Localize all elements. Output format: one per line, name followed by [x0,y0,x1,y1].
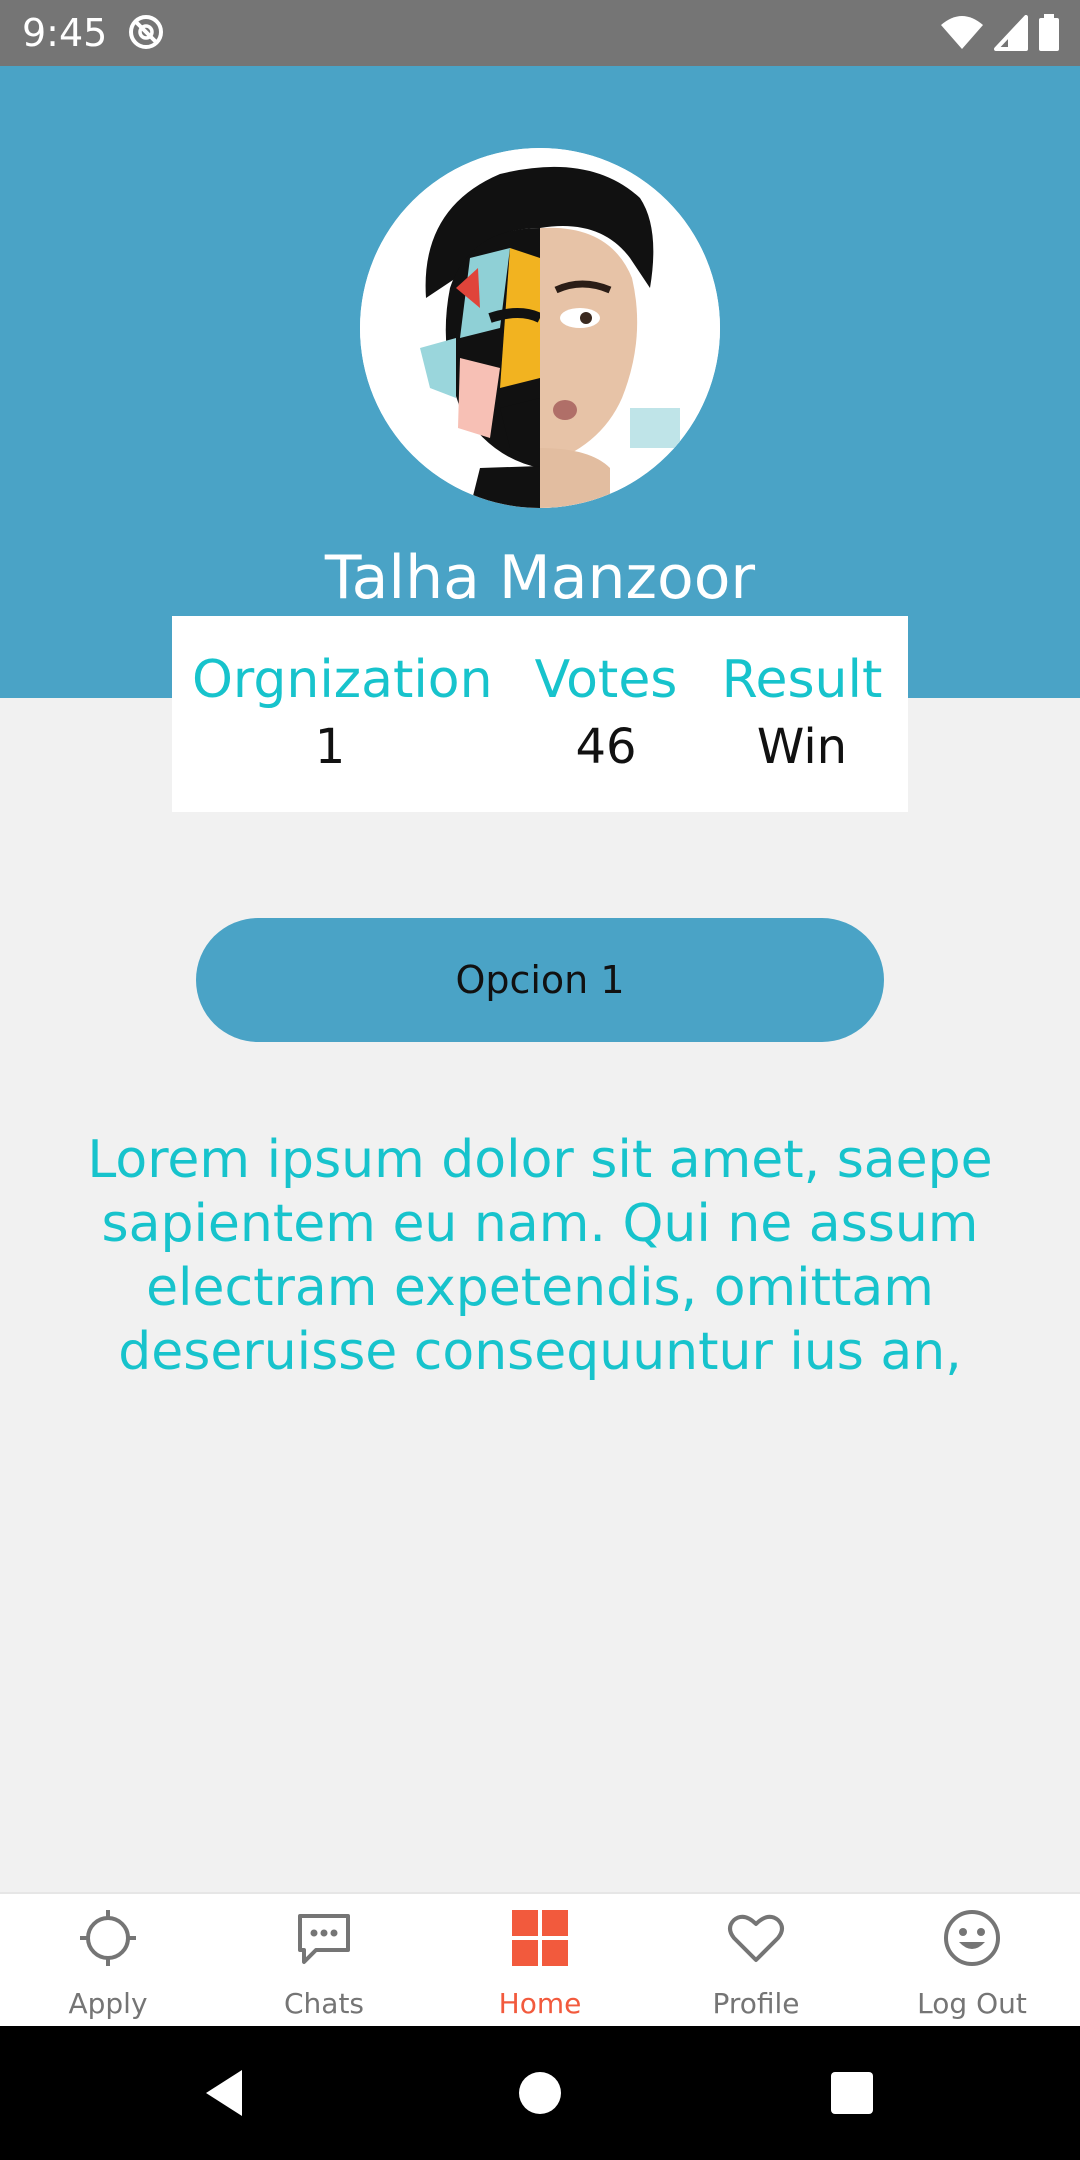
stat-organization: Orgnization 1 [192,648,493,782]
system-navigation-bar [0,2026,1080,2160]
nav-label-profile: Profile [712,1987,800,2020]
nav-item-chats[interactable]: Chats [216,1894,432,2028]
chat-bubble-icon [298,1914,350,1964]
smiley-icon [944,1910,1000,1966]
nav-label-home: Home [498,1987,582,2020]
nav-label-logout: Log Out [917,1987,1027,2020]
profile-avatar-image [360,148,720,508]
nav-item-home[interactable]: Home [432,1894,648,2028]
stat-result-value: Win [756,719,848,775]
recents-button[interactable] [817,2058,887,2128]
app-screen: 9:45 Talha Manzoor Orgnization 1 Votes 4… [0,0,1080,2160]
stat-votes: Votes 46 [518,648,694,782]
heart-icon [728,1914,784,1962]
back-button[interactable] [190,2058,260,2128]
grid-icon [512,1910,568,1966]
avatar-portrait [360,148,720,508]
nav-label-apply: Apply [68,1987,148,2020]
stat-result: Result Win [712,648,892,782]
nav-item-apply[interactable]: Apply [0,1894,216,2028]
status-icons [940,14,1060,52]
stat-votes-label: Votes [534,650,678,710]
status-time: 9:45 [22,11,108,55]
status-bar: 9:45 [0,0,1080,66]
nav-item-profile[interactable]: Profile [648,1894,864,2028]
nav-item-logout[interactable]: Log Out [864,1894,1080,2028]
stat-result-label: Result [721,650,883,710]
stat-votes-value: 46 [575,719,637,775]
description-text: Lorem ipsum dolor sit amet, saepe sapien… [87,1130,993,1382]
sync-icon [129,15,163,49]
stats-card: Orgnization 1 Votes 46 Result Win [172,616,908,812]
stat-organization-label: Orgnization [192,650,493,710]
nav-label-chats: Chats [283,1987,365,2020]
crosshair-icon [80,1910,136,1966]
battery-icon [1039,14,1059,51]
signal-icon [994,15,1028,51]
profile-name: Talha Manzoor [324,543,756,613]
bottom-navigation: Apply Chats Home Profile Log Out [0,1892,1080,2028]
wifi-icon [941,16,983,49]
stat-organization-value: 1 [314,719,346,775]
home-button[interactable] [505,2058,575,2128]
option-button[interactable]: Opcion 1 [196,918,884,1042]
